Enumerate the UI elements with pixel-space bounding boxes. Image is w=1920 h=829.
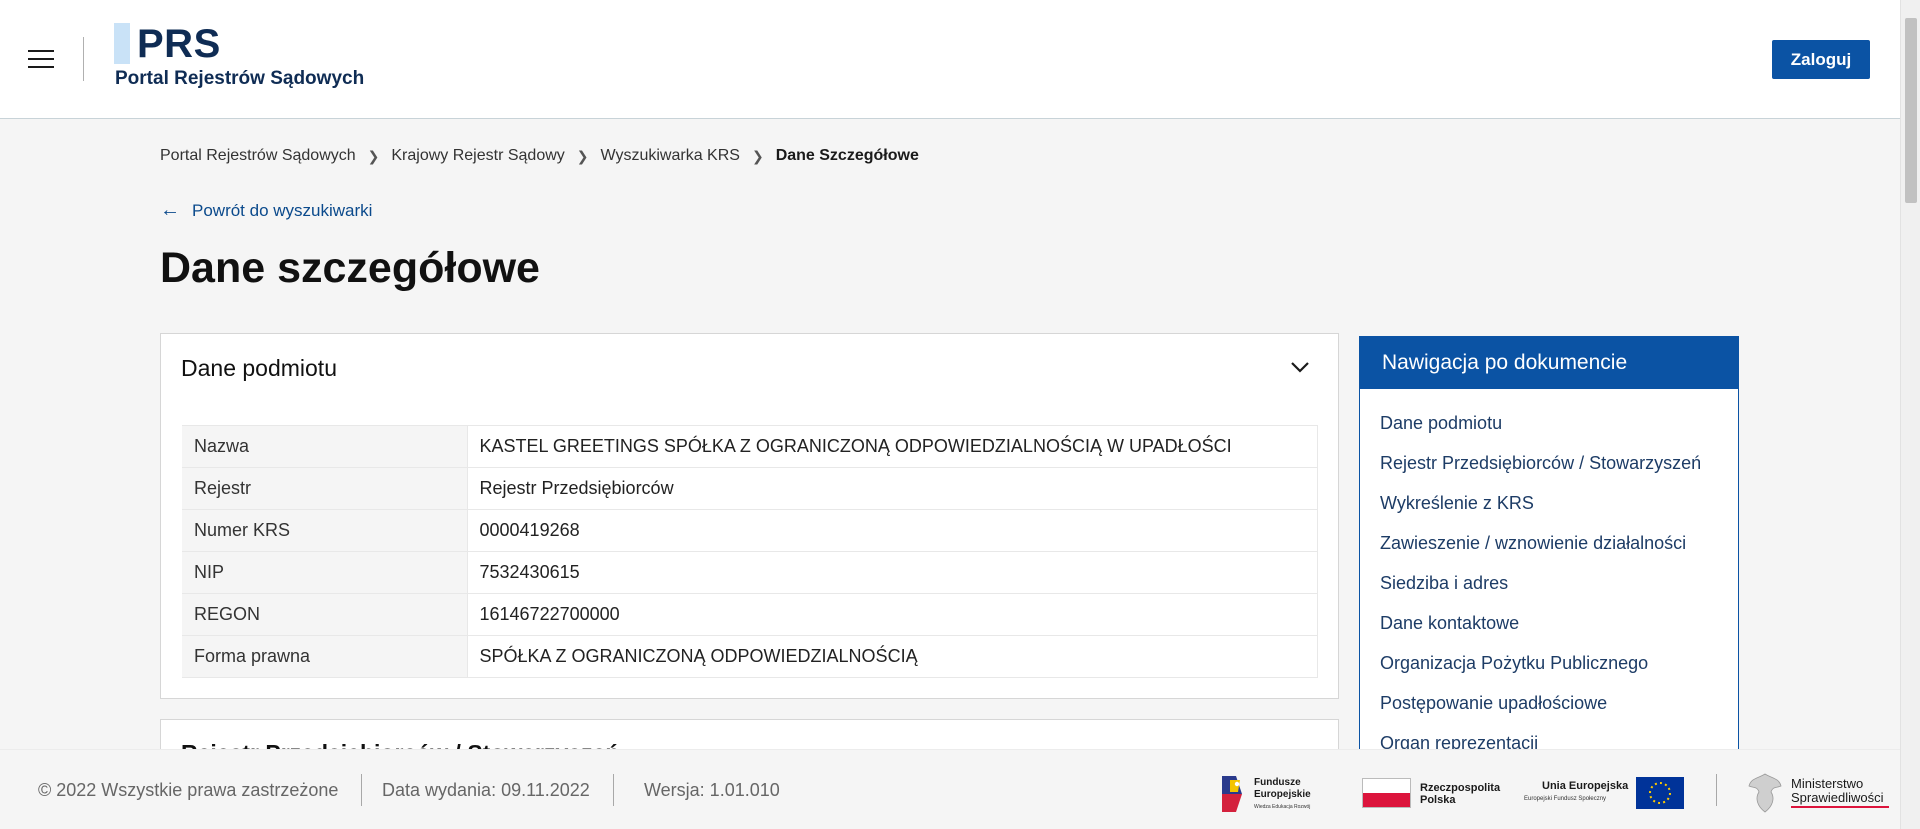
unia-europejska-logo: Unia Europejska Europejski Fundusz Społe… [1524,777,1684,809]
sidenav-item-kontakt[interactable]: Dane kontaktowe [1380,603,1738,643]
document-navigation: Nawigacja po dokumencie Dane podmiotu Re… [1359,336,1739,756]
version-text: Wersja: 1.01.010 [644,780,780,800]
rzeczpospolita-polska-logo: Rzeczpospolita Polska [1362,778,1501,808]
svg-text:Europejskie: Europejskie [1254,789,1311,800]
page-title: Dane szczegółowe [160,244,540,292]
breadcrumb-item-search[interactable]: Wyszukiwarka KRS [601,147,740,165]
site-footer: © 2022 Wszystkie prawa zastrzeżone Data … [0,749,1900,829]
footer-divider [1716,774,1717,806]
row-value: Rejestr Przedsiębiorców [466,467,1318,510]
table-row: NIP 7532430615 [182,551,1318,594]
row-label: Forma prawna [182,635,467,678]
svg-text:Unia Europejska: Unia Europejska [1542,780,1629,792]
login-button[interactable]: Zaloguj [1772,40,1870,79]
entity-data-card: Dane podmiotu Nazwa KASTEL GREETINGS SPÓ… [160,333,1339,699]
svg-text:Fundusze: Fundusze [1254,777,1301,788]
page-scrollbar[interactable] [1900,0,1920,829]
table-row: REGON 16146722700000 [182,593,1318,636]
sidenav-item-wykreslenie[interactable]: Wykreślenie z KRS [1380,483,1738,523]
chevron-right-icon: ❯ [751,147,764,164]
row-label: REGON [182,593,467,636]
sidenav-item-rejestr[interactable]: Rejestr Przedsiębiorców / Stowarzyszeń [1380,443,1738,483]
table-row: Forma prawna SPÓŁKA Z OGRANICZONĄ ODPOWI… [182,635,1318,678]
row-value: 0000419268 [466,509,1318,552]
chevron-right-icon: ❯ [367,147,380,164]
header-divider [83,37,84,81]
svg-text:Polska: Polska [1420,794,1456,806]
row-value: 16146722700000 [466,593,1318,636]
row-value: 7532430615 [466,551,1318,594]
svg-text:Ministerstwo: Ministerstwo [1791,776,1863,791]
svg-text:Sprawiedliwości: Sprawiedliwości [1791,790,1884,805]
table-row: Nazwa KASTEL GREETINGS SPÓŁKA Z OGRANICZ… [182,425,1318,468]
logo-accent-bar [114,23,130,64]
svg-text:Wiedza Edukacja Rozwój: Wiedza Edukacja Rozwój [1254,804,1310,810]
row-label: NIP [182,551,467,594]
sidenav-item-siedziba[interactable]: Siedziba i adres [1380,563,1738,603]
breadcrumb: Portal Rejestrów Sądowych ❯ Krajowy Reje… [160,147,919,165]
menu-icon[interactable] [28,50,54,68]
svg-text:Rzeczpospolita: Rzeczpospolita [1420,782,1501,794]
copyright-text: © 2022 Wszystkie prawa zastrzeżone [38,780,339,800]
sidenav-item-zawieszenie[interactable]: Zawieszenie / wznowienie działalności [1380,523,1738,563]
breadcrumb-item-portal[interactable]: Portal Rejestrów Sądowych [160,147,356,165]
logo-subtitle: Portal Rejestrów Sądowych [115,68,365,89]
sidenav-list: Dane podmiotu Rejestr Przedsiębiorców / … [1360,389,1738,755]
breadcrumb-item-current: Dane Szczegółowe [775,147,919,164]
entity-data-table: Nazwa KASTEL GREETINGS SPÓŁKA Z OGRANICZ… [182,425,1318,678]
card-title: Dane podmiotu [181,355,337,381]
sidenav-title: Nawigacja po dokumencie [1360,337,1738,389]
footer-divider [361,774,362,806]
row-value: SPÓŁKA Z OGRANICZONĄ ODPOWIEDZIALNOŚCIĄ [466,635,1318,678]
scrollbar-thumb[interactable] [1905,18,1917,203]
sidenav-item-opp[interactable]: Organizacja Pożytku Publicznego [1380,643,1738,683]
chevron-down-icon[interactable] [1290,360,1309,378]
site-header: PRS Portal Rejestrów Sądowych Zaloguj [0,0,1900,119]
back-to-search-link[interactable]: ← Powrót do wyszukiwarki [160,199,372,222]
breadcrumb-item-krs[interactable]: Krajowy Rejestr Sądowy [391,147,564,165]
svg-text:Europejski Fundusz Społeczny: Europejski Fundusz Społeczny [1524,796,1606,802]
sidenav-item-upadlosc[interactable]: Postępowanie upadłościowe [1380,683,1738,723]
chevron-right-icon: ❯ [576,147,589,164]
ministerstwo-sprawiedliwosci-logo: Ministerstwo Sprawiedliwości [1748,773,1889,813]
logo-abbr: PRS [137,22,221,66]
arrow-left-icon: ← [160,199,180,221]
footer-divider [613,774,614,806]
back-link-label: Powrót do wyszukiwarki [192,200,373,220]
fundusze-europejskie-logo: Fundusze Europejskie Wiedza Edukacja Roz… [1222,776,1311,812]
row-label: Rejestr [182,467,467,510]
table-row: Numer KRS 0000419268 [182,509,1318,552]
row-label: Numer KRS [182,509,467,552]
sidenav-item-dane-podmiotu[interactable]: Dane podmiotu [1380,403,1738,443]
table-row: Rejestr Rejestr Przedsiębiorców [182,467,1318,510]
row-label: Nazwa [182,425,467,468]
release-date-text: Data wydania: 09.11.2022 [382,780,590,800]
row-value: KASTEL GREETINGS SPÓŁKA Z OGRANICZONĄ OD… [466,425,1318,468]
